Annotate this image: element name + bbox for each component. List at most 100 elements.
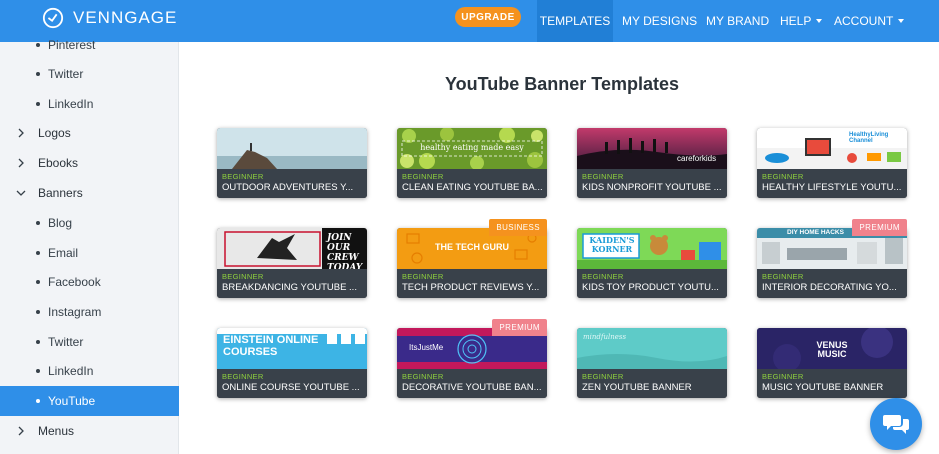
thumbnail-text: JOIN OUR CREW TODAY bbox=[327, 233, 363, 269]
sidebar-item-label: Facebook bbox=[48, 275, 101, 289]
brand-name: VENNGAGE bbox=[73, 8, 178, 27]
thumbnail-text: DIY HOME HACKS bbox=[787, 229, 844, 236]
thumbnail-text: healthy eating made easy bbox=[420, 143, 524, 152]
template-card-interior-decorating[interactable]: DIY HOME HACKS BEGINNER INTERIOR DECORAT… bbox=[757, 219, 907, 298]
template-thumbnail: healthy eating made easy bbox=[397, 128, 547, 169]
sidebar-item-instagram[interactable]: Instagram bbox=[0, 297, 179, 327]
sidebar-item-twitter[interactable]: Twitter bbox=[0, 59, 179, 89]
sidebar-item-label: Twitter bbox=[48, 67, 84, 81]
thumbnail-text: mindfulness bbox=[583, 333, 627, 341]
difficulty-label: BEGINNER bbox=[762, 172, 804, 181]
template-title: KIDS NONPROFIT YOUTUBE ... bbox=[582, 182, 722, 193]
bullet-icon bbox=[36, 369, 40, 373]
chat-bubbles-icon bbox=[883, 415, 909, 434]
difficulty-label: BEGINNER bbox=[582, 272, 624, 281]
difficulty-label: BEGINNER bbox=[222, 272, 264, 281]
sidebar-item-youtube[interactable]: YouTube bbox=[0, 386, 179, 416]
sidebar-item-label: Pinterest bbox=[48, 38, 96, 52]
sidebar-item-email[interactable]: Email bbox=[0, 238, 179, 268]
template-card-online-course[interactable]: EINSTEIN ONLINE COURSES BEGINNER ONLINE … bbox=[217, 328, 367, 398]
sidebar-item-label: Instagram bbox=[48, 305, 102, 319]
nav-templates[interactable]: TEMPLATES bbox=[537, 0, 613, 42]
thumbnail-text: THE TECH GURU bbox=[435, 242, 509, 252]
template-thumbnail: KAIDEN'S KORNER bbox=[577, 228, 727, 269]
nav-my-brand[interactable]: MY BRAND bbox=[706, 0, 769, 42]
nav-account-dropdown[interactable]: ACCOUNT bbox=[834, 0, 905, 42]
upgrade-button[interactable]: UPGRADE bbox=[455, 7, 521, 27]
template-title: KIDS TOY PRODUCT YOUTU... bbox=[582, 282, 719, 293]
sidebar-item-label: Ebooks bbox=[38, 156, 79, 170]
thumbnail-text: careforkids bbox=[677, 154, 717, 163]
template-title: OUTDOOR ADVENTURES Y... bbox=[222, 182, 354, 193]
thumbnail-text: VENUS MUSIC bbox=[816, 340, 848, 359]
difficulty-label: BEGINNER bbox=[762, 372, 804, 381]
template-card-zen[interactable]: mindfulness BEGINNER ZEN YOUTUBE BANNER bbox=[577, 328, 727, 398]
sidebar-item-blog[interactable]: Blog bbox=[0, 208, 179, 238]
difficulty-label: BEGINNER bbox=[582, 372, 624, 381]
chevron-right-icon bbox=[18, 426, 24, 436]
difficulty-label: BEGINNER bbox=[582, 172, 624, 181]
nav-help-dropdown[interactable]: HELP bbox=[780, 0, 823, 42]
template-thumbnail: JOIN OUR CREW TODAY bbox=[217, 228, 367, 269]
template-thumbnail: VENUS MUSIC bbox=[757, 328, 907, 369]
template-title: HEALTHY LIFESTYLE YOUTU... bbox=[762, 182, 902, 193]
template-card-breakdancing[interactable]: JOIN OUR CREW TODAY BEGINNER BREAKDANCIN… bbox=[217, 228, 367, 298]
difficulty-label: BEGINNER bbox=[402, 272, 444, 281]
template-title: MUSIC YOUTUBE BANNER bbox=[762, 382, 884, 393]
template-card-outdoor-adventures[interactable]: BEGINNER OUTDOOR ADVENTURES Y... bbox=[217, 128, 367, 198]
template-card-tech-product-reviews[interactable]: THE TECH GURU BEGINNER TECH PRODUCT REVI… bbox=[397, 219, 547, 298]
template-title: DECORATIVE YOUTUBE BAN... bbox=[402, 382, 542, 393]
template-thumbnail: HealthyLiving Channel bbox=[757, 128, 907, 169]
bullet-icon bbox=[36, 72, 40, 76]
sidebar-category-banners[interactable]: Banners bbox=[0, 178, 179, 208]
premium-badge: PREMIUM bbox=[492, 319, 547, 336]
template-card-clean-eating[interactable]: healthy eating made easy BEGINNER CLEAN … bbox=[397, 128, 547, 198]
template-card-kids-nonprofit[interactable]: careforkids BEGINNER KIDS NONPROFIT YOUT… bbox=[577, 128, 727, 198]
bullet-icon bbox=[36, 340, 40, 344]
sidebar-item-twitter-banner[interactable]: Twitter bbox=[0, 327, 179, 357]
business-badge: BUSINESS bbox=[489, 219, 547, 236]
sidebar-item-label: Menus bbox=[38, 424, 75, 438]
thumbnail-text: HealthyLiving Channel bbox=[849, 132, 889, 144]
venngage-logo[interactable]: VENNGAGE bbox=[42, 7, 177, 29]
sidebar-category-logos[interactable]: Logos bbox=[0, 118, 179, 148]
difficulty-label: BEGINNER bbox=[402, 172, 444, 181]
bullet-icon bbox=[36, 102, 40, 106]
template-title: CLEAN EATING YOUTUBE BA... bbox=[402, 182, 542, 193]
sidebar-item-label: Banners bbox=[38, 186, 83, 200]
bullet-icon bbox=[36, 280, 40, 284]
sidebar-item-pinterest[interactable]: Pinterest bbox=[0, 30, 179, 60]
nav-my-designs[interactable]: MY DESIGNS bbox=[622, 0, 697, 42]
bullet-icon bbox=[36, 310, 40, 314]
sidebar-category-menus[interactable]: Menus bbox=[0, 416, 179, 446]
sidebar-item-label: Logos bbox=[38, 126, 71, 140]
template-card-healthy-lifestyle[interactable]: HealthyLiving Channel BEGINNER HEALTHY L… bbox=[757, 128, 907, 198]
caret-down-icon bbox=[898, 19, 905, 23]
bullet-icon bbox=[36, 221, 40, 225]
category-sidebar: Pinterest Twitter LinkedIn Logos Ebooks … bbox=[0, 38, 179, 454]
chevron-down-icon bbox=[16, 190, 26, 196]
template-title: INTERIOR DECORATING YO... bbox=[762, 282, 897, 293]
page-title: YouTube Banner Templates bbox=[444, 74, 680, 94]
caret-down-icon bbox=[816, 19, 823, 23]
template-thumbnail: careforkids bbox=[577, 128, 727, 169]
sidebar-item-linkedin-banner[interactable]: LinkedIn bbox=[0, 356, 179, 386]
sidebar-item-label: Twitter bbox=[48, 335, 84, 349]
sidebar-item-label: YouTube bbox=[48, 394, 96, 408]
sidebar-item-label: Blog bbox=[48, 216, 73, 230]
template-card-music[interactable]: VENUS MUSIC BEGINNER MUSIC YOUTUBE BANNE… bbox=[757, 328, 907, 398]
chat-support-button[interactable] bbox=[870, 398, 922, 450]
difficulty-label: BEGINNER bbox=[222, 172, 264, 181]
template-card-decorative[interactable]: ItsJustMe BEGINNER DECORATIVE YOUTUBE BA… bbox=[397, 319, 547, 398]
sidebar-item-label: LinkedIn bbox=[48, 97, 94, 111]
sidebar-item-facebook[interactable]: Facebook bbox=[0, 267, 179, 297]
sidebar-item-label: Email bbox=[48, 246, 79, 260]
template-card-kids-toy-product[interactable]: KAIDEN'S KORNER BEGINNER KIDS TOY PRODUC… bbox=[577, 228, 727, 298]
thumbnail-text: EINSTEIN ONLINE COURSES bbox=[223, 334, 319, 358]
template-title: ZEN YOUTUBE BANNER bbox=[582, 382, 692, 393]
template-title: BREAKDANCING YOUTUBE ... bbox=[222, 282, 357, 293]
clock-check-icon bbox=[42, 7, 64, 29]
sidebar-item-linkedin[interactable]: LinkedIn bbox=[0, 89, 179, 119]
thumbnail-text: ItsJustMe bbox=[409, 343, 444, 352]
sidebar-category-ebooks[interactable]: Ebooks bbox=[0, 148, 179, 178]
